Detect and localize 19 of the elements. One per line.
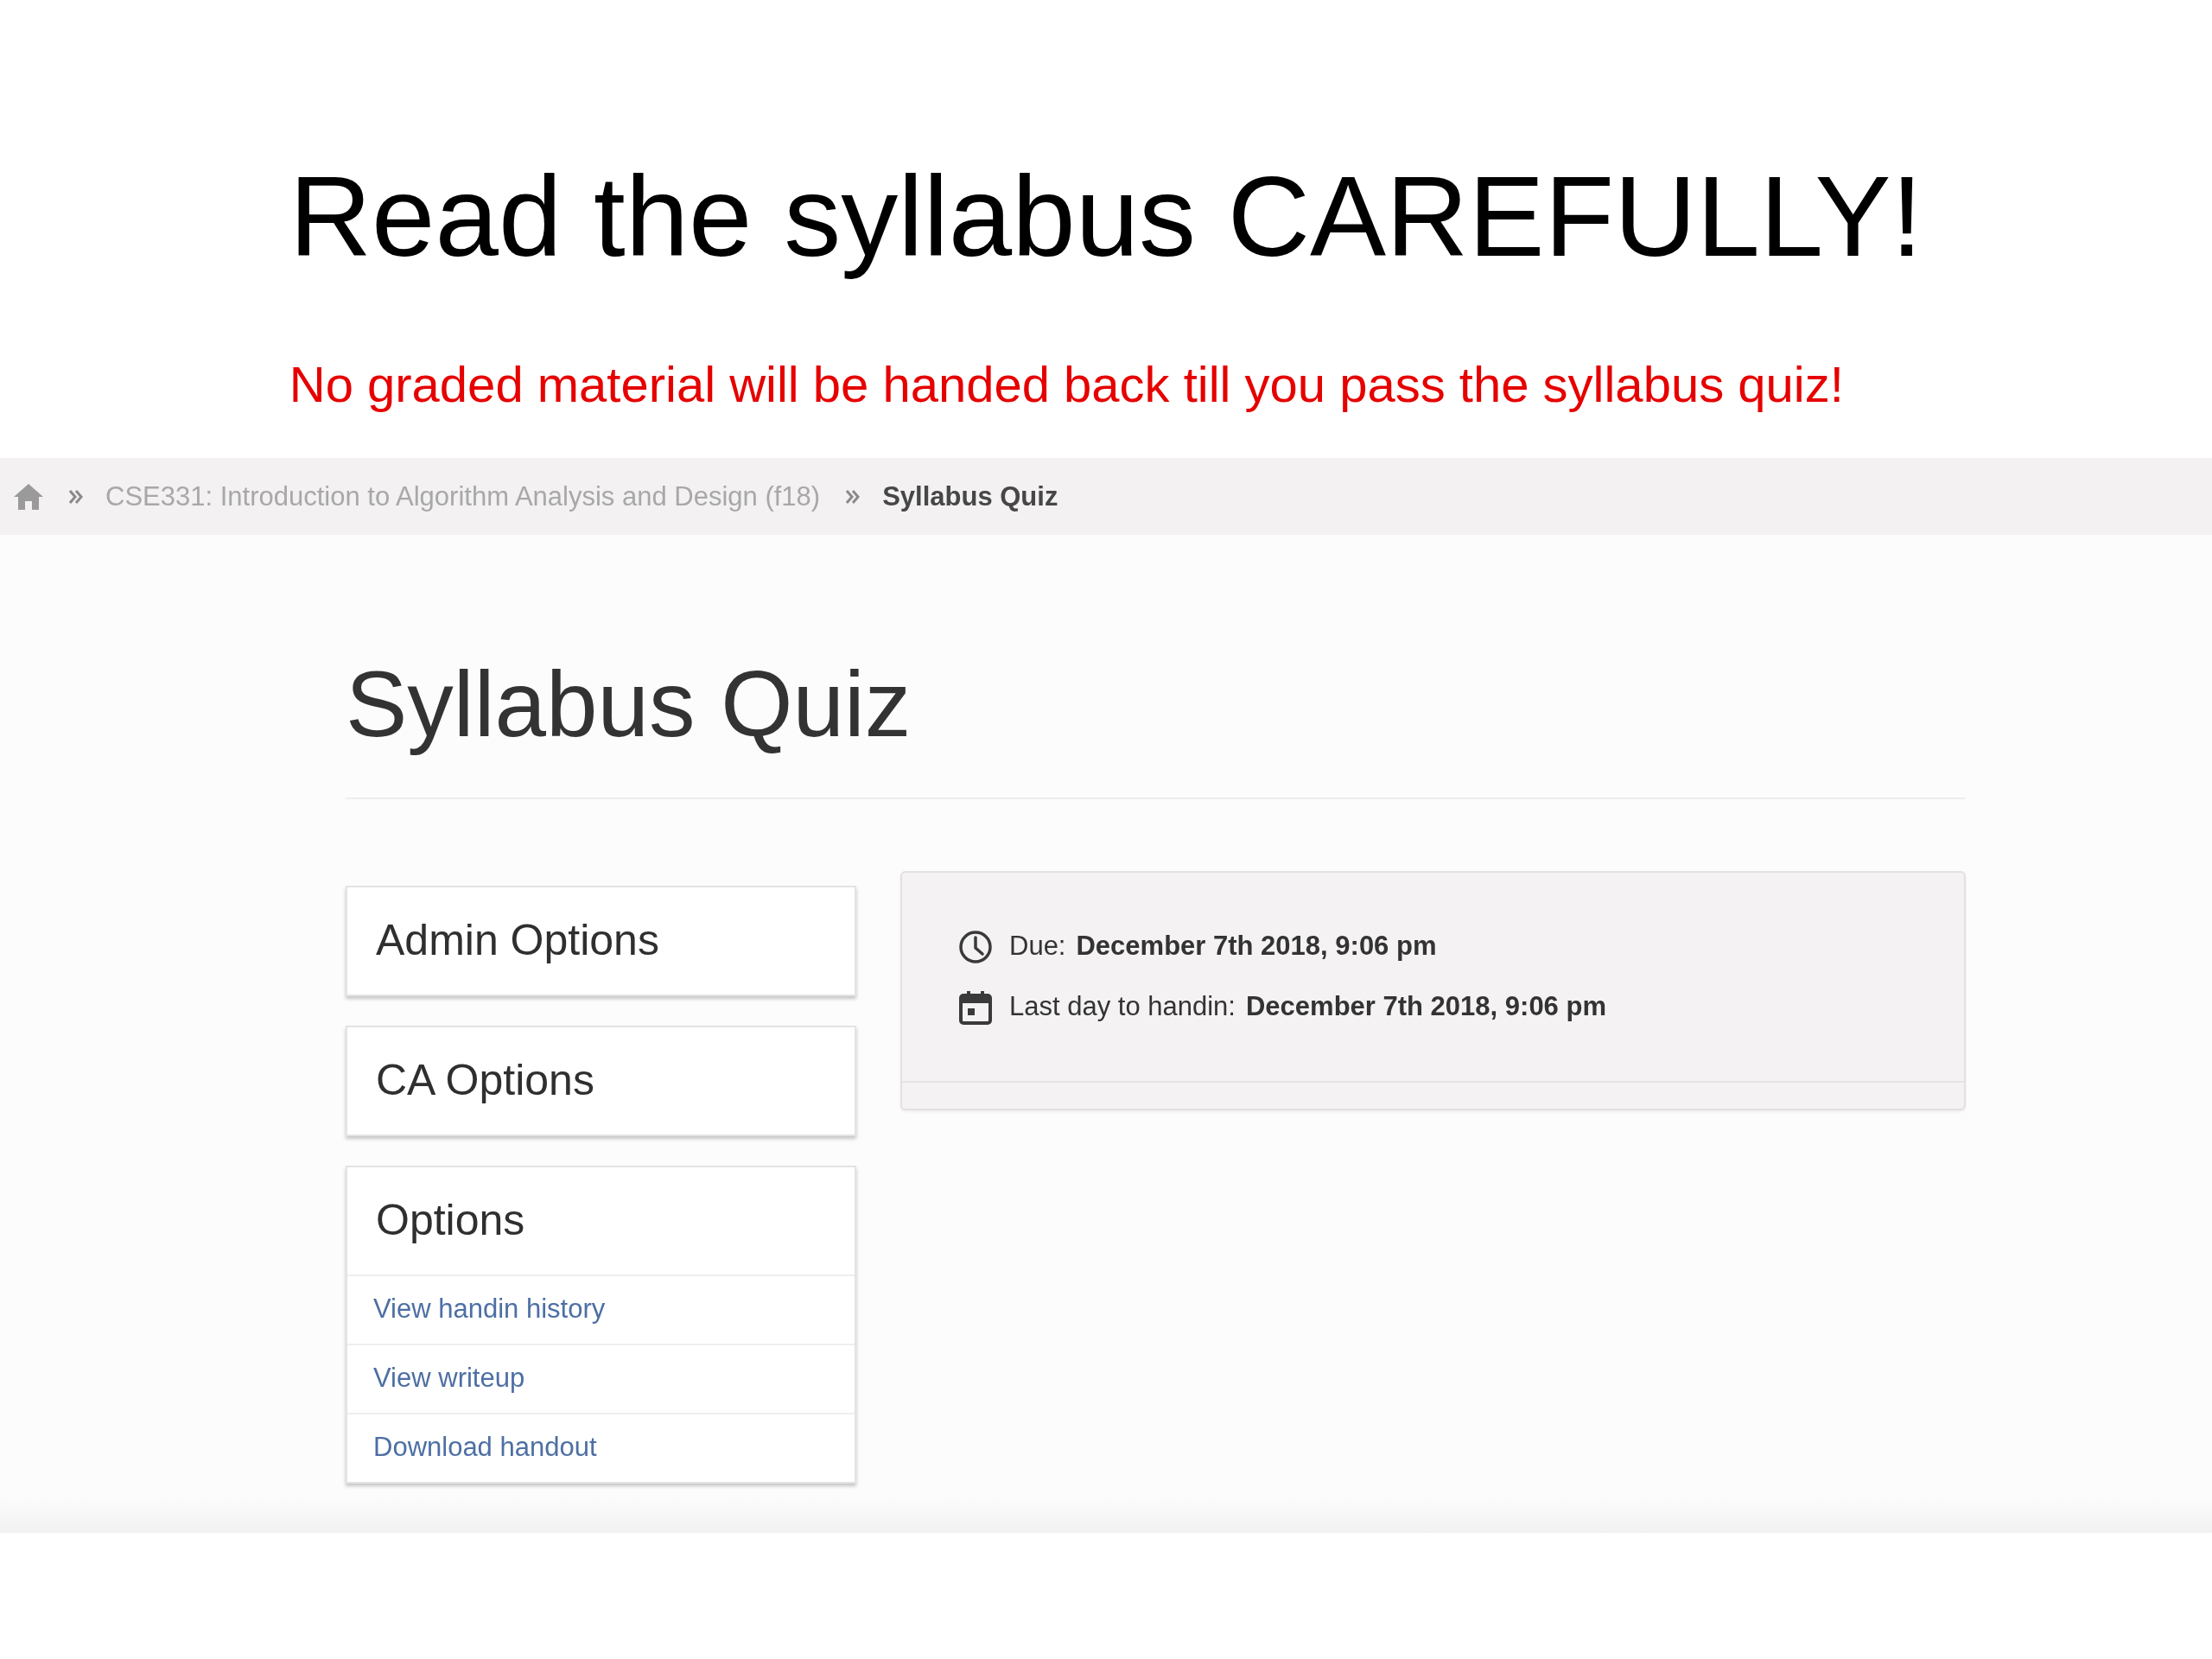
date-value: December 7th 2018, 9:06 pm bbox=[1076, 930, 1437, 963]
page-heading: Syllabus Quiz bbox=[346, 652, 912, 759]
double-chevron-icon bbox=[69, 490, 83, 504]
panel-title: CA Options bbox=[376, 1055, 594, 1107]
date-label: Last day to handin: bbox=[1009, 990, 1236, 1024]
breadcrumb-current: Syllabus Quiz bbox=[882, 480, 1058, 513]
slide-title: Read the syllabus CAREFULLY! bbox=[289, 152, 1923, 282]
panel-title: Admin Options bbox=[376, 915, 659, 967]
option-link[interactable]: View writeup bbox=[347, 1343, 855, 1413]
option-link[interactable]: Download handout bbox=[347, 1412, 855, 1482]
date-label: Due: bbox=[1009, 930, 1066, 963]
panel-title: Options bbox=[376, 1195, 525, 1247]
clock-icon bbox=[958, 929, 993, 964]
date-value: December 7th 2018, 9:06 pm bbox=[1246, 990, 1606, 1024]
home-icon[interactable] bbox=[14, 484, 43, 510]
double-chevron-icon bbox=[846, 490, 861, 504]
calendar-icon bbox=[958, 989, 993, 1025]
slide-subtitle: No graded material will be handed back till you pass the syllabus quiz! bbox=[289, 355, 1844, 414]
option-link[interactable]: View handin history bbox=[347, 1274, 855, 1344]
